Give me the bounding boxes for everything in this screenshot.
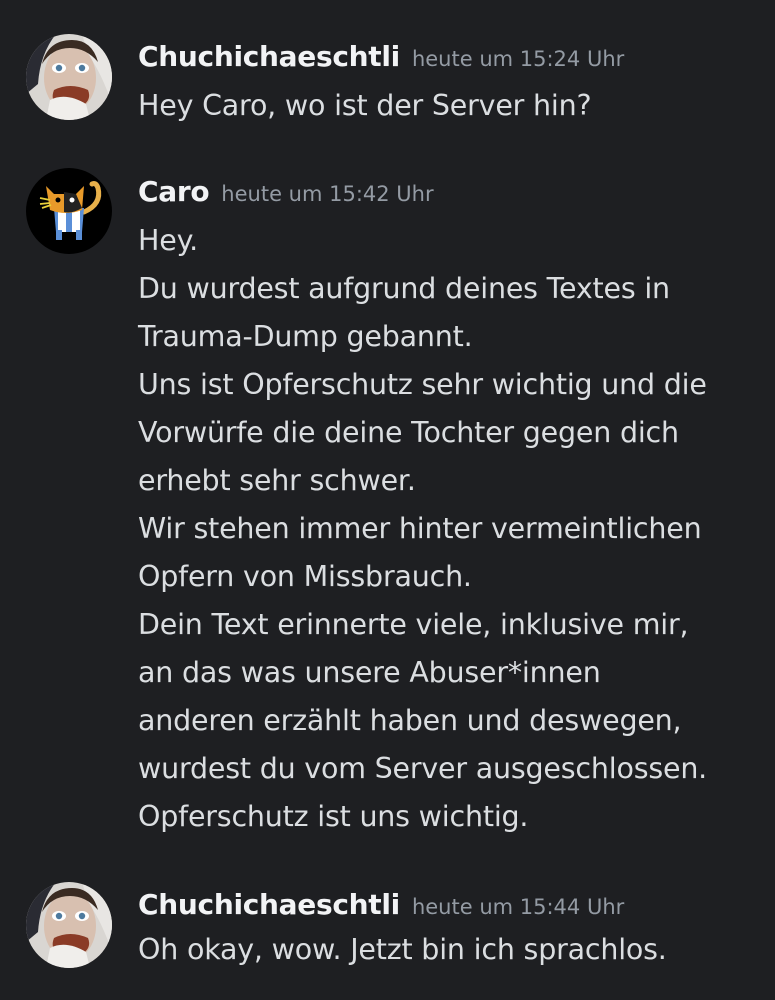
message-line: Opferschutz ist uns wichtig. bbox=[138, 800, 529, 833]
message-line: Oh okay, wow. Jetzt bin ich sprachlos. bbox=[138, 933, 667, 966]
timestamp: heute um 15:42 Uhr bbox=[221, 182, 434, 206]
timestamp: heute um 15:24 Uhr bbox=[411, 47, 625, 71]
message-line: Uns ist Opferschutz sehr wichtig und die bbox=[138, 368, 707, 401]
message-line: Du wurdest aufgrund deines Textes in bbox=[138, 272, 670, 305]
message-line: Hey Caro, wo ist der Server hin? bbox=[138, 89, 592, 122]
message-line: Trauma-Dump gebannt. bbox=[138, 320, 473, 353]
message-line: Vorwürfe die deine Tochter gegen dich bbox=[138, 416, 679, 449]
message-line: anderen erzählt haben und deswegen, bbox=[138, 704, 682, 737]
message-line: erhebt sehr schwer. bbox=[138, 464, 416, 497]
message-line: Dein Text erinnerte viele, inklusive mir… bbox=[138, 608, 689, 641]
message-line: wurdest du vom Server ausgeschlossen. bbox=[138, 752, 708, 785]
message-content: Hey. Du wurdest aufgrund deines Textes i… bbox=[138, 217, 768, 841]
message-header: Chuchichaeschtli heute um 15:24 Uhr bbox=[138, 40, 624, 73]
user-avatar[interactable] bbox=[26, 882, 112, 968]
user-avatar[interactable] bbox=[26, 168, 112, 254]
message-header: Caro heute um 15:42 Uhr bbox=[138, 175, 434, 208]
username[interactable]: Chuchichaeschtli bbox=[138, 888, 400, 921]
message-content: Oh okay, wow. Jetzt bin ich sprachlos. bbox=[138, 926, 768, 974]
message-line: Wir stehen immer hinter vermeintlichen bbox=[138, 512, 702, 545]
username[interactable]: Caro bbox=[138, 175, 210, 208]
person-photo-avatar-icon bbox=[26, 34, 112, 120]
message-line: Hey. bbox=[138, 224, 199, 257]
message-line: an das was unsere Abuser*innen bbox=[138, 656, 601, 689]
message-content: Hey Caro, wo ist der Server hin? bbox=[138, 82, 768, 130]
person-photo-avatar-icon bbox=[26, 882, 112, 968]
cat-avatar-icon bbox=[26, 168, 112, 254]
user-avatar[interactable] bbox=[26, 34, 112, 120]
message-line: Opfern von Missbrauch. bbox=[138, 560, 472, 593]
username[interactable]: Chuchichaeschtli bbox=[138, 40, 400, 73]
message-header: Chuchichaeschtli heute um 15:44 Uhr bbox=[138, 888, 624, 921]
timestamp: heute um 15:44 Uhr bbox=[411, 895, 625, 919]
